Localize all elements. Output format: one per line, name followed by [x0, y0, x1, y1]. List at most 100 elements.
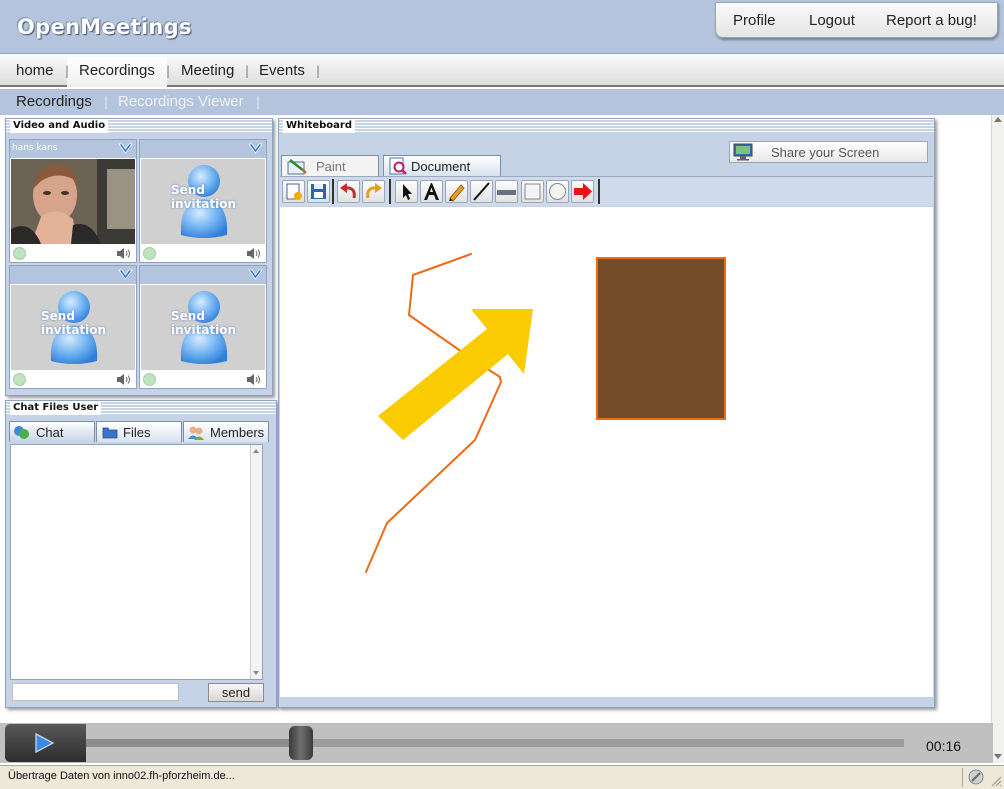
- video-tile-empty[interactable]: Send invitation: [139, 265, 267, 389]
- status-indicator-icon: [13, 247, 26, 260]
- video-tile-header: [140, 140, 266, 158]
- nav-item-events[interactable]: Events: [259, 62, 305, 79]
- underline-tool-button[interactable]: [495, 180, 518, 203]
- tab-files[interactable]: Files: [96, 421, 182, 442]
- video-tile-header: [10, 266, 136, 284]
- scroll-up-icon[interactable]: [253, 449, 259, 453]
- logout-link[interactable]: Logout: [809, 12, 855, 29]
- chevron-down-icon[interactable]: [248, 142, 263, 156]
- undo-icon: [340, 183, 356, 199]
- video-tile-empty[interactable]: Send invitation: [139, 139, 267, 263]
- tab-chat[interactable]: Chat: [9, 421, 95, 442]
- speaker-icon[interactable]: [116, 247, 132, 260]
- monitor-icon: [733, 143, 753, 161]
- send-invitation-text[interactable]: Send invitation: [41, 309, 106, 337]
- undo-button[interactable]: [337, 180, 360, 203]
- chat-scrollbar[interactable]: [250, 445, 262, 679]
- send-button[interactable]: send: [208, 683, 264, 702]
- brown-rectangle-shape[interactable]: [596, 257, 726, 420]
- seek-thumb[interactable]: [289, 726, 314, 760]
- new-page-button[interactable]: [282, 180, 305, 203]
- yellow-arrow-shape[interactable]: [378, 309, 533, 440]
- play-button[interactable]: [5, 724, 86, 762]
- invite-placeholder[interactable]: Send invitation: [11, 285, 135, 370]
- subnav-item-recordings-viewer[interactable]: Recordings Viewer: [118, 93, 244, 110]
- chat-messages-area: [10, 444, 263, 680]
- save-button[interactable]: [307, 180, 330, 203]
- tab-members[interactable]: Members: [183, 421, 269, 442]
- chat-message-input[interactable]: [12, 683, 179, 701]
- speaker-icon[interactable]: [246, 247, 262, 260]
- panel-title: Video and Audio: [10, 119, 109, 133]
- folder-icon: [102, 427, 118, 439]
- tab-document[interactable]: Document: [383, 155, 501, 176]
- tab-label: Paint: [316, 159, 346, 174]
- video-tile-footer: [10, 245, 136, 262]
- pointer-tool-button[interactable]: [395, 180, 418, 203]
- paint-icon: [287, 159, 307, 175]
- invite-line: Send: [171, 309, 205, 323]
- invite-line: invitation: [41, 323, 107, 337]
- highlighter-icon: [497, 190, 516, 195]
- blocked-plugin-icon[interactable]: [968, 769, 984, 785]
- video-tile-header: [140, 266, 266, 284]
- nav-separator: |: [166, 64, 171, 78]
- status-text: Übertrage Daten von inno02.fh-pforzheim.…: [8, 770, 235, 782]
- seek-track[interactable]: [86, 739, 904, 747]
- chevron-down-icon[interactable]: [248, 268, 263, 282]
- tab-paint[interactable]: Paint: [281, 155, 379, 176]
- new-page-icon: [286, 183, 302, 200]
- nav-item-meeting[interactable]: Meeting: [181, 62, 234, 79]
- speaker-icon[interactable]: [116, 373, 132, 386]
- whiteboard-canvas[interactable]: [280, 207, 933, 697]
- line-icon: [473, 182, 490, 201]
- scroll-down-icon[interactable]: [253, 671, 259, 675]
- share-screen-label: Share your Screen: [771, 145, 880, 160]
- webcam-video: [11, 159, 135, 244]
- panel-title: Chat Files User: [10, 401, 102, 415]
- redo-button[interactable]: [362, 180, 385, 203]
- toolbar-separator: [332, 179, 334, 204]
- profile-link[interactable]: Profile: [733, 12, 776, 29]
- chat-icon: [14, 426, 29, 439]
- video-tile-empty[interactable]: Send invitation: [9, 265, 137, 389]
- share-screen-button[interactable]: Share your Screen: [729, 141, 928, 163]
- arrow-tool-button[interactable]: [571, 180, 594, 203]
- send-invitation-text[interactable]: Send invitation: [171, 183, 236, 211]
- invite-line: Send: [41, 309, 75, 323]
- page-scrollbar[interactable]: [991, 115, 1004, 763]
- speaker-icon[interactable]: [246, 373, 262, 386]
- video-tile-footer: [10, 371, 136, 388]
- rectangle-tool-button[interactable]: [521, 180, 544, 203]
- invite-placeholder[interactable]: Send invitation: [141, 159, 265, 244]
- send-invitation-text[interactable]: Send invitation: [171, 309, 236, 337]
- seek-progress: [86, 739, 302, 747]
- ellipse-tool-button[interactable]: [546, 180, 569, 203]
- whiteboard-drawing: [365, 253, 726, 573]
- text-icon: [424, 183, 439, 200]
- whiteboard-toolbar: [280, 176, 933, 206]
- invite-placeholder[interactable]: Send invitation: [141, 285, 265, 370]
- scroll-down-icon[interactable]: [994, 754, 1002, 759]
- panel-title: Whiteboard: [283, 119, 356, 133]
- text-tool-button[interactable]: [420, 180, 443, 203]
- sub-nav: Recordings | Recordings Viewer |: [0, 89, 1004, 115]
- tab-label: Members: [210, 425, 265, 440]
- nav-item-home[interactable]: home: [16, 62, 54, 79]
- browser-status-bar: Übertrage Daten von inno02.fh-pforzheim.…: [0, 765, 1004, 789]
- recording-player: 00:16: [0, 723, 993, 763]
- chevron-down-icon[interactable]: [118, 268, 133, 282]
- arrow-icon: [574, 183, 592, 200]
- line-tool-button[interactable]: [470, 180, 493, 203]
- resize-grip-icon[interactable]: [990, 775, 1002, 787]
- pencil-tool-button[interactable]: [445, 180, 468, 203]
- scroll-up-icon[interactable]: [994, 117, 1002, 122]
- report-bug-link[interactable]: Report a bug!: [886, 12, 977, 29]
- nav-item-recordings[interactable]: Recordings: [79, 62, 155, 79]
- chevron-down-icon[interactable]: [118, 142, 133, 156]
- video-tile-hans[interactable]: hans kans: [9, 139, 137, 263]
- subnav-item-recordings[interactable]: Recordings: [16, 93, 92, 110]
- video-tile-footer: [140, 371, 266, 388]
- panel-title-bar: Video and Audio: [6, 119, 272, 133]
- status-divider: [962, 768, 963, 787]
